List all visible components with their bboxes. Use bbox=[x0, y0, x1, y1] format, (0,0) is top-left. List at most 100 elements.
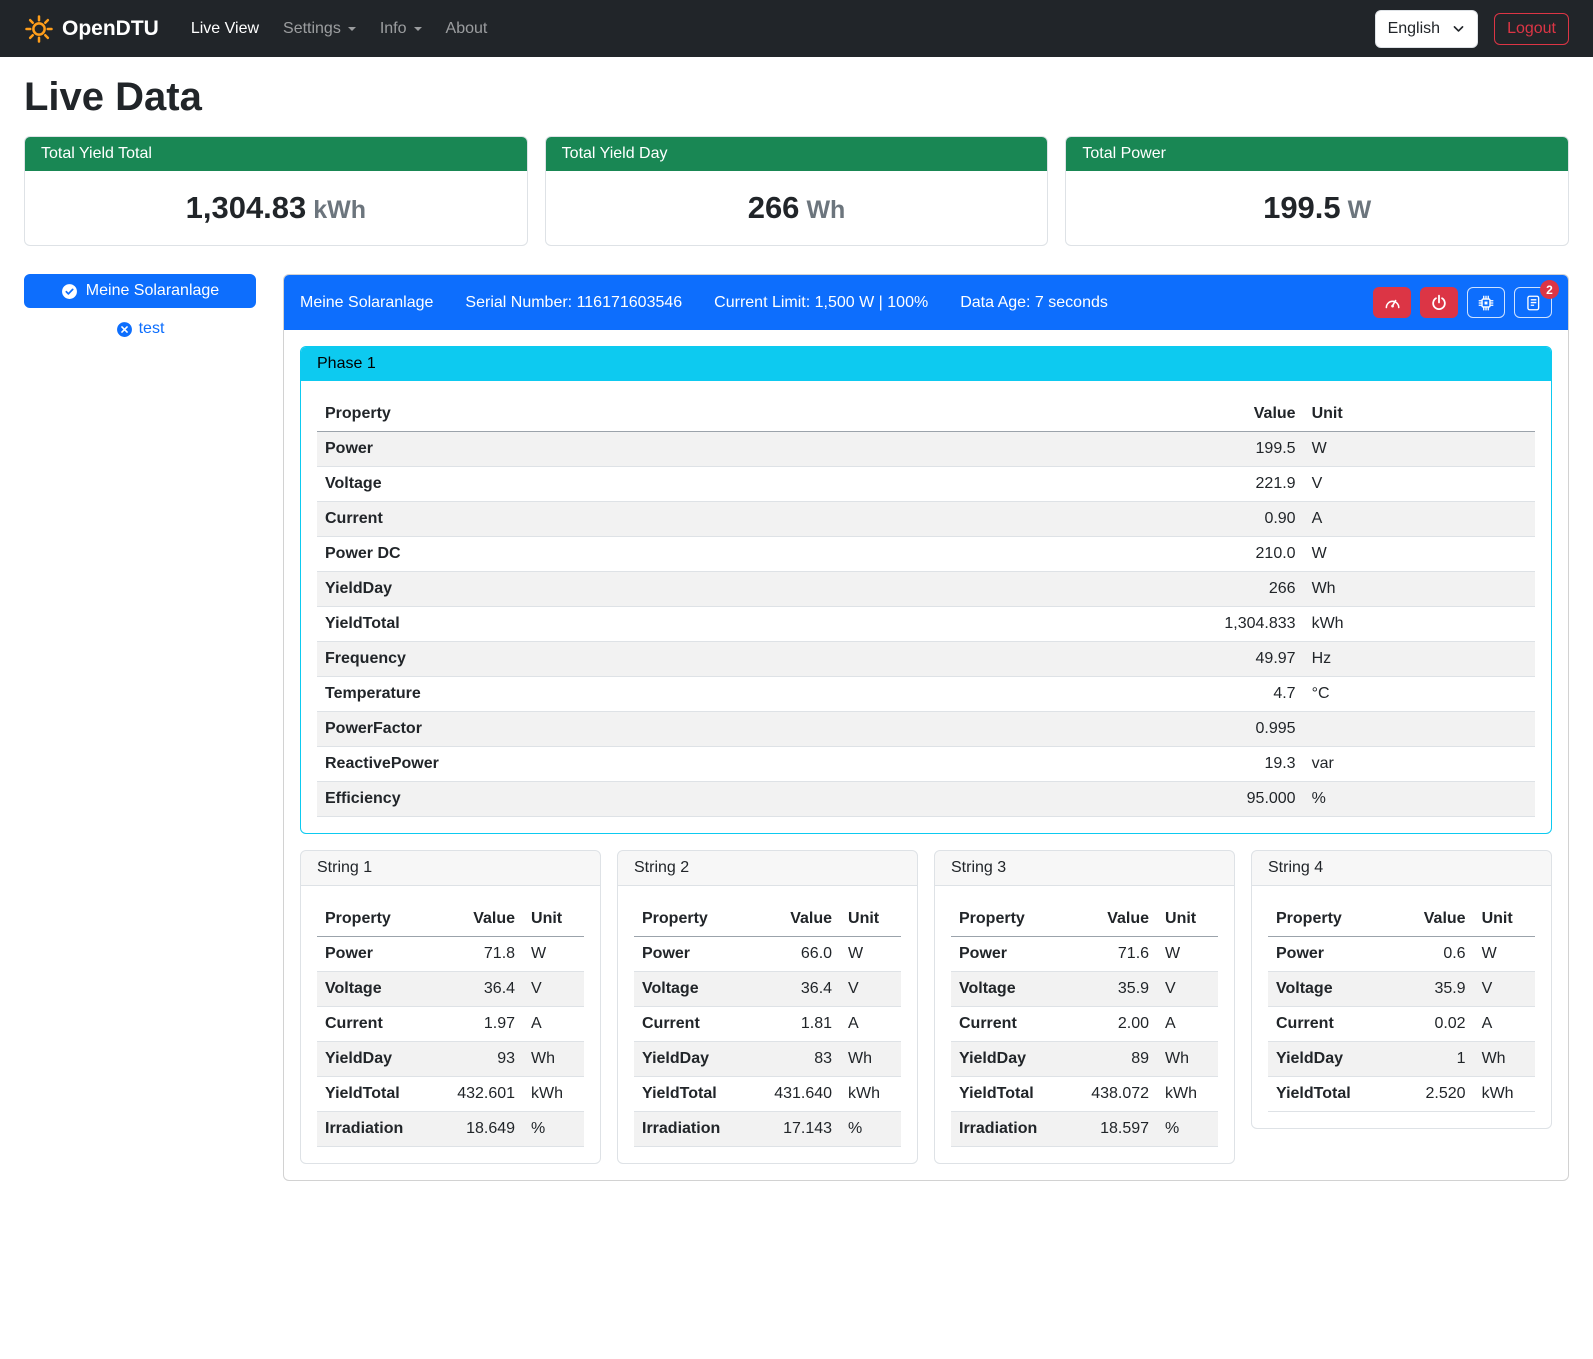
property-cell: YieldTotal bbox=[317, 607, 1121, 642]
value-cell: 266 bbox=[1121, 572, 1304, 607]
value-header: Value bbox=[1083, 902, 1157, 937]
table-row: Current0.02A bbox=[1268, 1007, 1535, 1042]
nav-live-view-label: Live View bbox=[191, 20, 259, 38]
string-4-title: String 4 bbox=[1252, 851, 1551, 886]
card-body: 199.5W bbox=[1066, 171, 1568, 245]
language-select[interactable]: English bbox=[1375, 10, 1478, 48]
unit-cell: V bbox=[1474, 972, 1535, 1007]
table-row: Frequency49.97Hz bbox=[317, 642, 1535, 677]
unit-header: Unit bbox=[1474, 902, 1535, 937]
table-row: Power71.6W bbox=[951, 937, 1218, 972]
table-row: Power DC210.0W bbox=[317, 537, 1535, 572]
inverter-limit: Current Limit: 1,500 W | 100% bbox=[714, 294, 928, 312]
property-cell: Voltage bbox=[1268, 972, 1402, 1007]
value-cell: 199.5 bbox=[1121, 432, 1304, 467]
logout-button[interactable]: Logout bbox=[1494, 13, 1569, 45]
card-title: Total Yield Total bbox=[25, 137, 527, 171]
unit-cell: °C bbox=[1304, 677, 1535, 712]
nav-about[interactable]: About bbox=[434, 12, 500, 46]
value-header: Value bbox=[449, 902, 523, 937]
nav-info-dropdown[interactable]: Info bbox=[368, 12, 434, 46]
inverter-serial: Serial Number: 116171603546 bbox=[465, 294, 682, 312]
property-cell: Temperature bbox=[317, 677, 1121, 712]
table-header-row: Property Value Unit bbox=[1268, 902, 1535, 937]
value-cell: 71.6 bbox=[1083, 937, 1157, 972]
cpu-icon bbox=[1477, 294, 1495, 312]
device-info-button[interactable] bbox=[1467, 287, 1505, 318]
value-cell: 35.9 bbox=[1083, 972, 1157, 1007]
brand-label: OpenDTU bbox=[62, 17, 159, 41]
table-row: Voltage35.9V bbox=[951, 972, 1218, 1007]
value-cell: 17.143 bbox=[766, 1112, 840, 1147]
value-cell: 432.601 bbox=[449, 1077, 523, 1112]
table-row: Power0.6W bbox=[1268, 937, 1535, 972]
property-cell: Efficiency bbox=[317, 782, 1121, 817]
power-button[interactable] bbox=[1420, 287, 1458, 318]
unit-cell: % bbox=[1157, 1112, 1218, 1147]
property-cell: Power bbox=[317, 432, 1121, 467]
brand-link[interactable]: OpenDTU bbox=[24, 14, 159, 44]
value-cell: 2.520 bbox=[1402, 1077, 1474, 1112]
inverter-panel: Meine Solaranlage Serial Number: 1161716… bbox=[283, 274, 1569, 1181]
value-cell: 1 bbox=[1402, 1042, 1474, 1077]
unit-header: Unit bbox=[840, 902, 901, 937]
unit-header: Unit bbox=[1304, 397, 1535, 432]
nav-about-label: About bbox=[446, 20, 488, 38]
inverter-select-button[interactable]: Meine Solaranlage bbox=[24, 274, 256, 308]
table-row: YieldTotal2.520kWh bbox=[1268, 1077, 1535, 1112]
value-cell: 0.90 bbox=[1121, 502, 1304, 537]
unit-cell: kWh bbox=[1304, 607, 1535, 642]
string-3-title: String 3 bbox=[935, 851, 1234, 886]
value-cell: 95.000 bbox=[1121, 782, 1304, 817]
unit-cell: W bbox=[523, 937, 584, 972]
unit-cell: % bbox=[523, 1112, 584, 1147]
table-row: YieldDay83Wh bbox=[634, 1042, 901, 1077]
unit-cell: V bbox=[1304, 467, 1535, 502]
nav-right: English Logout bbox=[1375, 10, 1569, 48]
table-row: Power66.0W bbox=[634, 937, 901, 972]
property-header: Property bbox=[634, 902, 766, 937]
value-header: Value bbox=[1402, 902, 1474, 937]
unit-cell: V bbox=[1157, 972, 1218, 1007]
unit-cell: W bbox=[1474, 937, 1535, 972]
phase-1-card: Phase 1 Property Value Unit bbox=[300, 346, 1552, 834]
property-header: Property bbox=[317, 397, 1121, 432]
card-unit: kWh bbox=[313, 196, 366, 224]
table-header-row: Property Value Unit bbox=[317, 902, 584, 937]
string-2-body: Property Value Unit Power66.0W Voltage36… bbox=[618, 886, 917, 1163]
string-1-title: String 1 bbox=[301, 851, 600, 886]
table-row: Power199.5W bbox=[317, 432, 1535, 467]
table-row: ReactivePower19.3var bbox=[317, 747, 1535, 782]
event-count-badge: 2 bbox=[1540, 280, 1559, 299]
card-value: 199.5 bbox=[1263, 190, 1341, 225]
table-row: Temperature4.7°C bbox=[317, 677, 1535, 712]
language-select-value: English bbox=[1388, 20, 1440, 38]
unit-cell: % bbox=[1304, 782, 1535, 817]
unit-cell: A bbox=[1304, 502, 1535, 537]
nav-live-view[interactable]: Live View bbox=[179, 12, 271, 46]
value-cell: 36.4 bbox=[449, 972, 523, 1007]
property-header: Property bbox=[317, 902, 449, 937]
unit-header: Unit bbox=[523, 902, 584, 937]
property-cell: YieldTotal bbox=[1268, 1077, 1402, 1112]
value-cell: 83 bbox=[766, 1042, 840, 1077]
limit-settings-button[interactable] bbox=[1373, 287, 1411, 318]
unit-cell: W bbox=[840, 937, 901, 972]
caret-down-icon bbox=[348, 27, 356, 31]
unit-cell: W bbox=[1304, 432, 1535, 467]
value-cell: 1,304.833 bbox=[1121, 607, 1304, 642]
table-row: Voltage36.4V bbox=[317, 972, 584, 1007]
inverter-item-test[interactable]: test bbox=[24, 320, 256, 338]
event-log-button[interactable]: 2 bbox=[1514, 287, 1552, 318]
nav-settings-dropdown[interactable]: Settings bbox=[271, 12, 368, 46]
property-cell: Current bbox=[634, 1007, 766, 1042]
value-cell: 438.072 bbox=[1083, 1077, 1157, 1112]
table-row: YieldTotal1,304.833kWh bbox=[317, 607, 1535, 642]
card-value: 266 bbox=[748, 190, 800, 225]
value-cell: 1.81 bbox=[766, 1007, 840, 1042]
caret-down-icon bbox=[414, 27, 422, 31]
table-row: Irradiation18.597% bbox=[951, 1112, 1218, 1147]
value-cell: 19.3 bbox=[1121, 747, 1304, 782]
sun-logo-icon bbox=[24, 14, 54, 44]
inverter-data-age: Data Age: 7 seconds bbox=[960, 294, 1108, 312]
